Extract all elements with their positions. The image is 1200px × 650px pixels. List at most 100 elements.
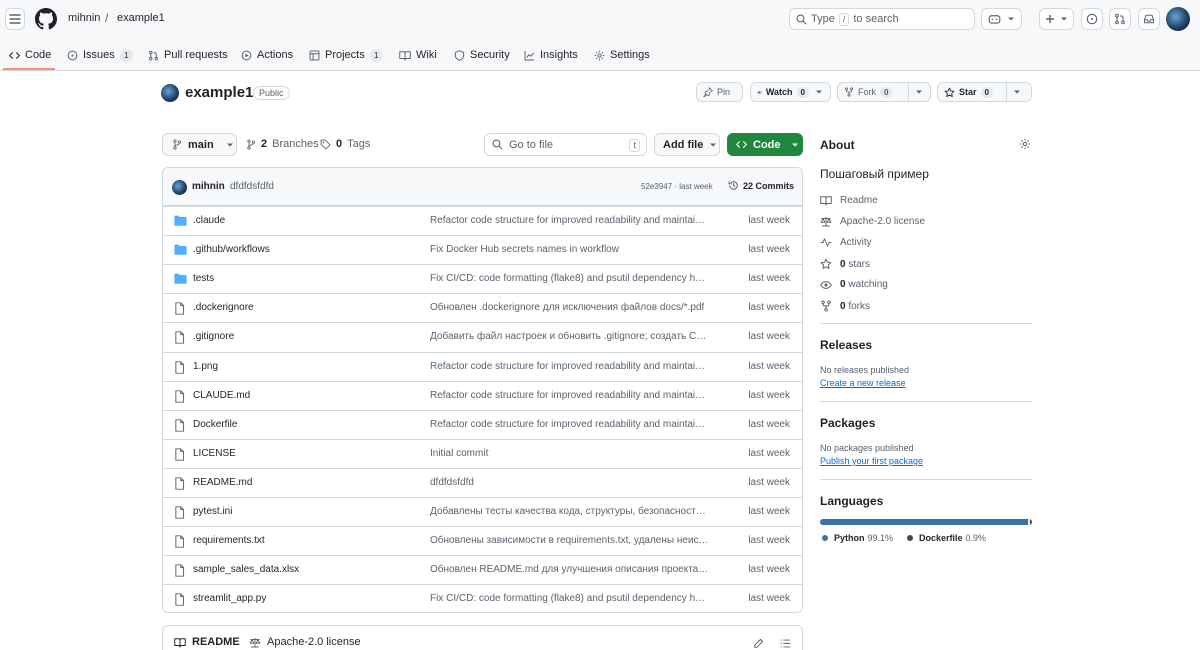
outline-list-icon[interactable] <box>780 638 791 649</box>
gear-icon[interactable] <box>1019 138 1031 150</box>
stars-link[interactable]: 0 stars <box>820 258 870 270</box>
tab-code[interactable]: Code <box>9 46 51 64</box>
file-row[interactable]: .gitignore Добавить файл настроек и обнов… <box>163 322 802 351</box>
activity-link[interactable]: Activity <box>820 237 872 248</box>
file-name[interactable]: .github/workflows <box>193 244 270 255</box>
file-name[interactable]: tests <box>193 273 214 284</box>
file-commit-message[interactable]: Обновлен .dockerignore для исключения фа… <box>430 302 710 313</box>
issues-nav-button[interactable] <box>1081 8 1103 30</box>
file-row[interactable]: Dockerfile Refactor code structure for im… <box>163 409 802 439</box>
star-dropdown[interactable] <box>1007 83 1027 101</box>
inbox-button[interactable] <box>1138 8 1160 30</box>
file-commit-message[interactable]: Обновлены зависимости в requirements.txt… <box>430 535 710 546</box>
readme-link[interactable]: Readme <box>820 195 878 206</box>
watch-button[interactable]: Watch 0 <box>750 82 831 102</box>
file-row[interactable]: LICENSE Initial commit last week <box>163 438 802 468</box>
license-tab[interactable]: Apache-2.0 license <box>249 636 361 648</box>
packages-title[interactable]: Packages <box>820 416 875 430</box>
file-row[interactable]: .claude Refactor code structure for impro… <box>163 206 802 235</box>
repo-owner-avatar[interactable] <box>161 84 179 102</box>
search-placeholder-pre: Type <box>811 13 835 25</box>
book-icon <box>399 50 411 60</box>
tab-settings[interactable]: Settings <box>594 46 650 64</box>
language-dockerfile[interactable]: Dockerfile 0.9% <box>907 533 986 543</box>
file-commit-message[interactable]: Fix Docker Hub secrets names in workflow <box>430 244 710 255</box>
file-commit-message[interactable]: Fix CI/CD: code formatting (flake8) and … <box>430 273 710 284</box>
commit-author-avatar[interactable] <box>172 180 187 195</box>
create-new-button[interactable] <box>1039 8 1074 30</box>
file-commit-message[interactable]: Refactor code structure for improved rea… <box>430 390 710 401</box>
readme-tab[interactable]: README <box>174 636 240 648</box>
file-name[interactable]: LICENSE <box>193 448 236 459</box>
tab-pull-requests[interactable]: Pull requests <box>148 46 228 64</box>
file-name[interactable]: README.md <box>193 477 252 488</box>
pin-button[interactable]: Pin <box>696 82 743 102</box>
file-row[interactable]: pytest.ini Добавлены тесты качества кода,… <box>163 497 802 526</box>
file-name[interactable]: 1.png <box>193 361 218 372</box>
file-name[interactable]: .gitignore <box>193 331 234 342</box>
file-name[interactable]: CLAUDE.md <box>193 390 250 401</box>
add-file-button[interactable]: Add file <box>654 133 720 156</box>
commits-history-link[interactable]: 22 Commits <box>728 180 794 191</box>
tab-projects[interactable]: Projects 1 <box>309 46 383 64</box>
file-row[interactable]: CLAUDE.md Refactor code structure for imp… <box>163 380 802 410</box>
commit-meta[interactable]: 52e3947 · last week <box>641 182 713 191</box>
file-commit-message[interactable]: Refactor code structure for improved rea… <box>430 215 710 226</box>
breadcrumb-owner[interactable]: mihnin <box>68 12 100 24</box>
file-row[interactable]: sample_sales_data.xlsx Обновлен README.md… <box>163 555 802 584</box>
search-input[interactable]: Type / to search <box>789 8 975 30</box>
file-row[interactable]: requirements.txt Обновлены зависимости в … <box>163 526 802 555</box>
code-button[interactable]: Code <box>727 133 803 156</box>
fork-dropdown[interactable] <box>909 83 929 101</box>
license-link[interactable]: Apache-2.0 license <box>820 216 925 227</box>
star-button[interactable]: Star 0 <box>937 82 1032 102</box>
forks-link[interactable]: 0 forks <box>820 300 870 312</box>
file-commit-message[interactable]: Fix CI/CD: code formatting (flake8) and … <box>430 593 710 604</box>
file-commit-message[interactable]: Обновлен README.md для улучшения описани… <box>430 564 710 575</box>
language-python[interactable]: Python 99.1% <box>822 533 893 543</box>
file-commit-message[interactable]: dfdfdsfdfd <box>430 477 710 488</box>
file-name[interactable]: Dockerfile <box>193 419 237 430</box>
file-name[interactable]: requirements.txt <box>193 535 265 546</box>
file-row[interactable]: 1.png Refactor code structure for improve… <box>163 351 802 381</box>
fork-button[interactable]: Fork 0 <box>837 82 931 102</box>
file-row[interactable]: .dockerignore Обновлен .dockerignore для … <box>163 293 802 322</box>
repo-title[interactable]: example1 <box>185 84 253 101</box>
file-commit-message[interactable]: Initial commit <box>430 448 710 459</box>
commit-author[interactable]: mihnin <box>192 181 225 192</box>
commit-message[interactable]: dfdfdsfdfd <box>230 181 274 192</box>
tab-security[interactable]: Security <box>454 46 510 64</box>
user-avatar[interactable] <box>1166 7 1190 31</box>
go-to-file-input[interactable]: Go to file t <box>484 133 647 156</box>
tab-actions[interactable]: Actions <box>241 46 293 64</box>
file-commit-message[interactable]: Refactor code structure for improved rea… <box>430 361 710 372</box>
file-commit-message[interactable]: Refactor code structure for improved rea… <box>430 419 710 430</box>
tab-insights[interactable]: Insights <box>524 46 578 64</box>
pencil-icon[interactable] <box>753 638 764 649</box>
tags-link[interactable]: 0 Tags <box>320 138 370 150</box>
file-commit-message[interactable]: Добавлены тесты качества кода, структуры… <box>430 506 710 517</box>
tab-wiki[interactable]: Wiki <box>399 46 437 64</box>
copilot-button[interactable] <box>981 8 1022 30</box>
branch-selector[interactable]: main <box>162 133 237 156</box>
file-row[interactable]: streamlit_app.py Fix CI/CD: code formatti… <box>163 584 802 612</box>
file-row[interactable]: .github/workflows Fix Docker Hub secrets … <box>163 235 802 264</box>
publish-package-link[interactable]: Publish your first package <box>820 456 923 466</box>
breadcrumb-repo[interactable]: example1 <box>117 12 165 24</box>
file-row[interactable]: README.md dfdfdsfdfd last week <box>163 467 802 497</box>
menu-button[interactable] <box>5 8 25 30</box>
file-commit-message[interactable]: Добавить файл настроек и обновить .gitig… <box>430 331 710 342</box>
file-name[interactable]: streamlit_app.py <box>193 593 266 604</box>
file-name[interactable]: .dockerignore <box>193 302 254 313</box>
tab-issues[interactable]: Issues 1 <box>67 46 133 64</box>
file-row[interactable]: tests Fix CI/CD: code formatting (flake8)… <box>163 264 802 293</box>
releases-title[interactable]: Releases <box>820 338 872 352</box>
file-name[interactable]: sample_sales_data.xlsx <box>193 564 299 575</box>
branches-link[interactable]: 2 Branches <box>246 138 319 150</box>
github-logo-icon[interactable] <box>35 8 57 30</box>
create-release-link[interactable]: Create a new release <box>820 378 906 388</box>
file-name[interactable]: pytest.ini <box>193 506 232 517</box>
pull-requests-nav-button[interactable] <box>1109 8 1131 30</box>
file-name[interactable]: .claude <box>193 215 225 226</box>
watching-link[interactable]: 0 watching <box>820 279 888 290</box>
